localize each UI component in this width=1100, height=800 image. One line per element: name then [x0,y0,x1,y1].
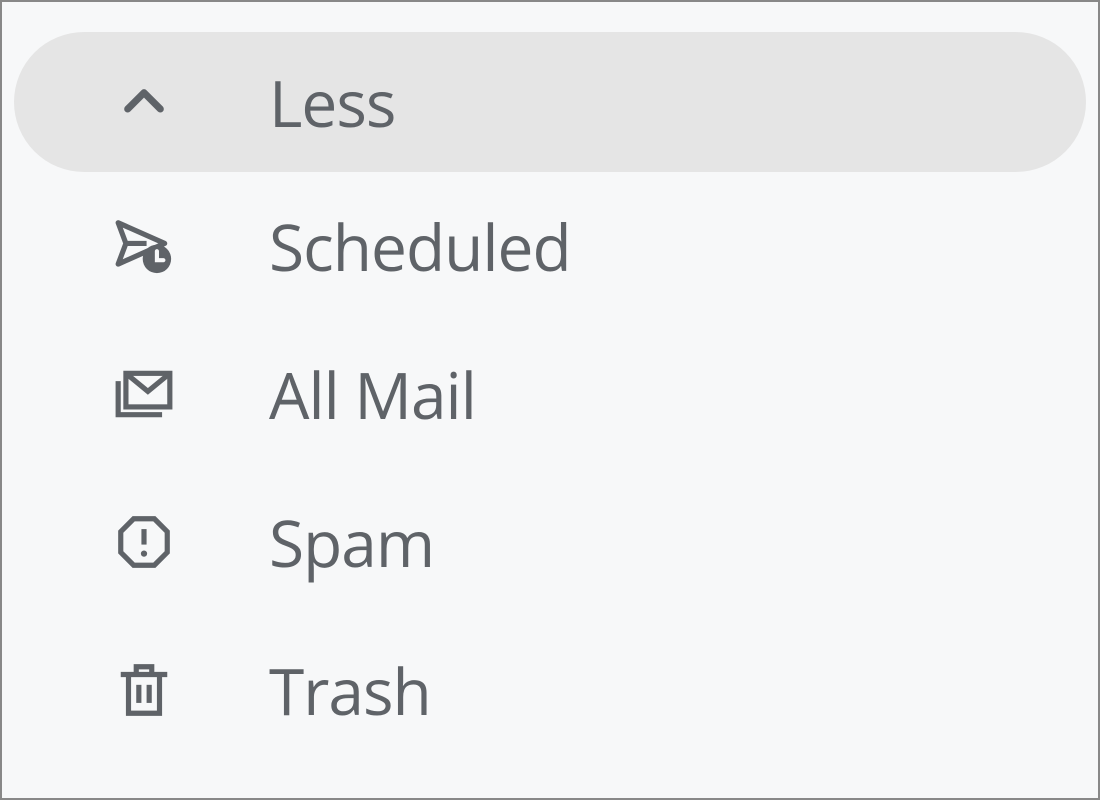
all-mail-label: All Mail [269,351,476,438]
sidebar-item-spam[interactable]: Spam [14,468,1086,616]
trash-icon [109,655,179,725]
scheduled-send-icon [109,211,179,281]
trash-label: Trash [269,647,431,734]
chevron-up-icon [109,67,179,137]
spam-icon [109,507,179,577]
collapse-less-button[interactable]: Less [14,32,1086,172]
sidebar-item-all-mail[interactable]: All Mail [14,320,1086,468]
sidebar-item-scheduled[interactable]: Scheduled [14,172,1086,320]
collapse-label: Less [269,59,395,146]
all-mail-icon [109,359,179,429]
mail-sidebar-nav: Less Scheduled All Mail [14,32,1086,764]
spam-label: Spam [269,499,434,586]
scheduled-label: Scheduled [269,203,571,290]
sidebar-item-trash[interactable]: Trash [14,616,1086,764]
